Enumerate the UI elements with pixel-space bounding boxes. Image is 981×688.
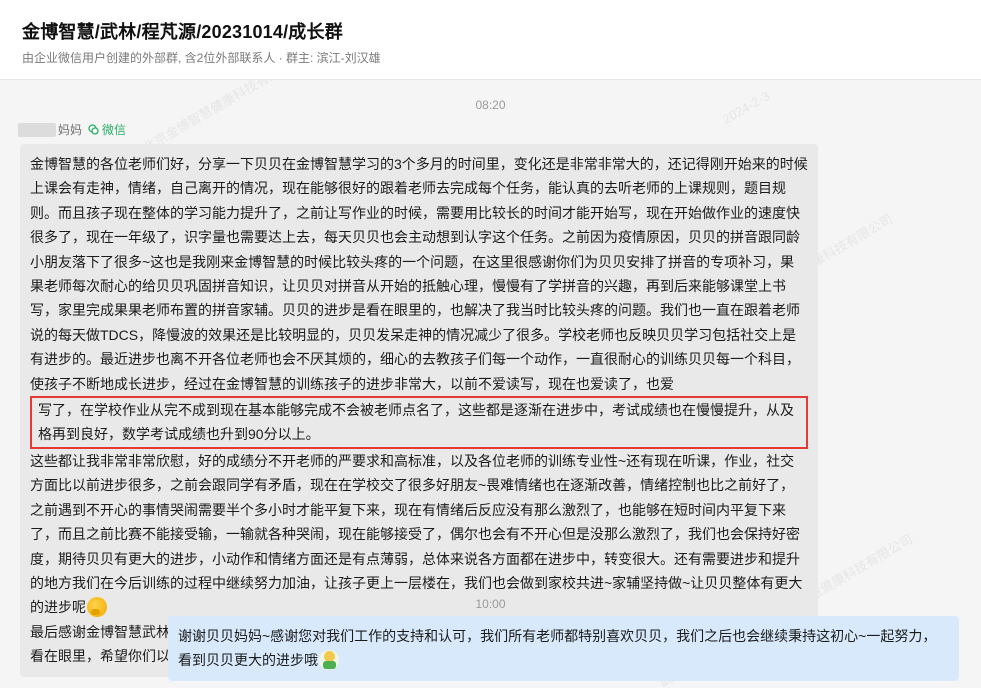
- timestamp: 10:00: [475, 597, 506, 611]
- message-list[interactable]: 武林广场-张王巢@北京金博智慧健康科技有限公司 2024-2-3 武林广场-张王…: [0, 80, 981, 688]
- message-paragraph: 金博智慧的各位老师们好，分享一下贝贝在金博智慧学习的3个多月的时间里，变化还是非…: [30, 156, 808, 392]
- message-text: 这些都让我非常非常欣慰，好的成绩分不开老师的严要求和高标准，以及各位老师的训练专…: [30, 449, 808, 620]
- cheer-emoji-icon: [319, 650, 339, 671]
- group-subtitle: 由企业微信用户创建的外部群, 含2位外部联系人 · 群主: 滨江-刘汉雄: [22, 51, 381, 65]
- sender-name[interactable]: 妈妈 微信: [18, 121, 126, 138]
- wechat-icon: [88, 124, 99, 135]
- group-title[interactable]: 金博智慧/武林/程芃源/20231014/成长群: [22, 18, 343, 44]
- blurred-name: [18, 122, 56, 137]
- timestamp: 08:20: [475, 98, 506, 112]
- message-paragraph: 这些都让我非常非常欣慰，好的成绩分不开老师的严要求和高标准，以及各位老师的训练专…: [30, 452, 803, 616]
- sender-suffix: 妈妈: [58, 123, 83, 137]
- outgoing-message-bubble[interactable]: 谢谢贝贝妈妈~感谢您对我们工作的支持和认可，我们所有老师都特别喜欢贝贝，我们之后…: [168, 616, 959, 681]
- message-text: 谢谢贝贝妈妈~感谢您对我们工作的支持和认可，我们所有老师都特别喜欢贝贝，我们之后…: [178, 628, 937, 669]
- scrollbar[interactable]: [975, 80, 981, 688]
- sender-source: 微信: [102, 123, 127, 137]
- highlighted-text: 写了，在学校作业从完不成到现在基本能够完成不会被老师点名了，这些都是逐渐在进步中…: [30, 396, 808, 449]
- chat-header: 金博智慧/武林/程芃源/20231014/成长群 由企业微信用户创建的外部群, …: [0, 0, 981, 80]
- message-text: 金博智慧的各位老师们好，分享一下贝贝在金博智慧学习的3个多月的时间里，变化还是非…: [30, 152, 808, 396]
